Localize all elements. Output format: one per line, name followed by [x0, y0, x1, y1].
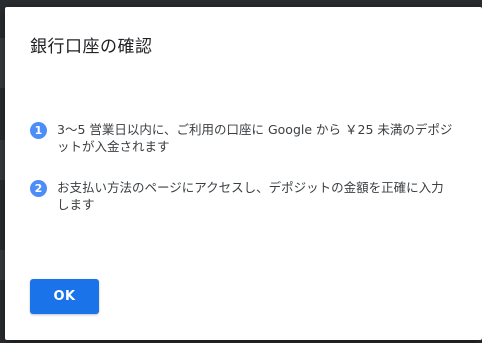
bank-account-verification-dialog: 銀行口座の確認 1 3～5 営業日以内に、ご利用の口座に Google から ￥… — [5, 7, 482, 340]
verification-steps: 1 3～5 営業日以内に、ご利用の口座に Google から ￥25 未満のデポ… — [30, 121, 455, 237]
step-number-badge: 2 — [30, 180, 47, 197]
step-text: お支払い方法のページにアクセスし、デポジットの金額を正確に入力します — [57, 180, 444, 212]
step-text: 3～5 営業日以内に、ご利用の口座に Google から ￥25 未満のデポジッ… — [57, 122, 453, 154]
step-item: 1 3～5 営業日以内に、ご利用の口座に Google から ￥25 未満のデポ… — [30, 121, 455, 155]
dialog-title: 銀行口座の確認 — [30, 37, 153, 57]
step-number-badge: 1 — [30, 122, 47, 139]
step-item: 2 お支払い方法のページにアクセスし、デポジットの金額を正確に入力します — [30, 179, 455, 213]
ok-button[interactable]: OK — [30, 279, 99, 314]
